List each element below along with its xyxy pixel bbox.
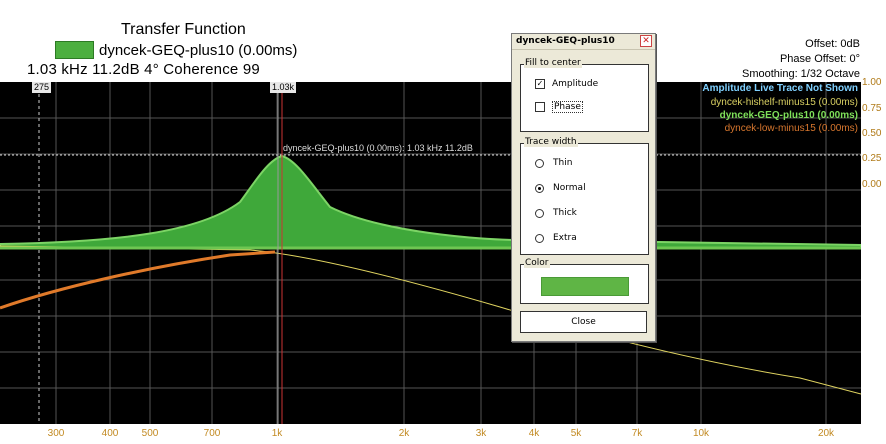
hishelf-trace	[0, 245, 861, 395]
x-tick-label: 400	[101, 428, 119, 439]
trace-width-group: Trace width Thin Normal Thick Extra	[520, 137, 649, 255]
phase-offset-readout: Phase Offset: 0°	[779, 53, 860, 65]
phase-checkbox[interactable]	[535, 102, 545, 112]
thin-label: Thin	[553, 158, 573, 168]
smoothing-readout: Smoothing: 1/32 Octave	[741, 68, 860, 80]
fill-to-center-label: Fill to center	[524, 58, 582, 68]
amplitude-label: Amplitude	[552, 79, 599, 89]
trace-legend[interactable]: dyncek-GEQ-plus10 (0.00ms)	[55, 40, 297, 60]
right-axis-label: 1.00	[862, 77, 882, 88]
geq-fill-area	[0, 154, 861, 249]
close-button[interactable]: Close	[520, 311, 647, 333]
center-marker-label[interactable]: 1.03k	[270, 82, 297, 93]
x-tick-label: 5k	[570, 428, 582, 439]
phase-checkbox-row[interactable]: Phase	[535, 101, 583, 113]
legend-line-low[interactable]: dyncek-low-minus15 (0.00ms)	[725, 123, 858, 134]
legend-line-hishelf[interactable]: dyncek-hishelf-minus15 (0.00ms)	[711, 97, 858, 108]
x-tick-label: 3k	[475, 428, 487, 439]
x-tick-label: 10k	[692, 428, 710, 439]
thick-radio-row[interactable]: Thick	[535, 208, 577, 218]
normal-radio-row[interactable]: Normal	[535, 183, 586, 193]
amplitude-checkbox-row[interactable]: ✓ Amplitude	[535, 79, 598, 89]
right-axis-label: 0.75	[862, 103, 882, 114]
thin-radio[interactable]	[535, 158, 544, 168]
dialog-title-bar[interactable]: dyncek-GEQ-plus10 ✕	[512, 34, 655, 50]
x-tick-label: 2k	[398, 428, 410, 439]
left-marker-label[interactable]: 275	[32, 82, 52, 93]
dialog-title: dyncek-GEQ-plus10	[516, 36, 615, 46]
extra-radio-row[interactable]: Extra	[535, 233, 577, 243]
color-group: Color	[520, 258, 649, 304]
x-tick-label: 1k	[271, 428, 283, 439]
right-axis-label: 0.25	[862, 153, 882, 164]
phase-label: Phase	[552, 101, 583, 113]
trace-width-label: Trace width	[524, 137, 578, 147]
color-picker-button[interactable]	[541, 277, 629, 296]
trace-legend-label: dyncek-GEQ-plus10 (0.00ms)	[99, 41, 298, 59]
cursor-readout: 1.03 kHz 11.2dB 4° Coherence 99	[27, 61, 260, 78]
right-axis-label: 0.00	[862, 179, 882, 190]
x-tick-label: 300	[47, 428, 65, 439]
offset-readout: Offset: 0dB	[805, 38, 860, 50]
x-tick-label: 4k	[528, 428, 540, 439]
thin-radio-row[interactable]: Thin	[535, 158, 572, 168]
x-tick-label: 500	[141, 428, 159, 439]
trace-color-swatch[interactable]	[55, 41, 94, 59]
x-tick-label: 700	[203, 428, 221, 439]
amplitude-checkbox[interactable]: ✓	[535, 79, 545, 89]
legend-line-live: Amplitude Live Trace Not Shown	[702, 83, 858, 94]
x-tick-label: 7k	[631, 428, 643, 439]
extra-radio[interactable]	[535, 233, 544, 243]
thick-radio[interactable]	[535, 208, 544, 218]
extra-label: Extra	[553, 233, 577, 243]
chart-title: Transfer Function	[121, 21, 246, 38]
thick-label: Thick	[553, 208, 577, 218]
x-tick-label: 20k	[817, 428, 835, 439]
close-icon[interactable]: ✕	[640, 35, 652, 47]
legend-line-geq[interactable]: dyncek-GEQ-plus10 (0.00ms)	[720, 110, 858, 121]
trace-hover-label: dyncek-GEQ-plus10 (0.00ms): 1.03 kHz 11.…	[283, 143, 473, 153]
normal-label: Normal	[553, 183, 586, 193]
normal-radio[interactable]	[535, 183, 544, 193]
color-label: Color	[524, 258, 550, 268]
right-axis-label: 0.50	[862, 128, 882, 139]
trace-settings-dialog: dyncek-GEQ-plus10 ✕ Fill to center ✓ Amp…	[511, 33, 656, 342]
fill-to-center-group: Fill to center ✓ Amplitude Phase	[520, 58, 649, 132]
